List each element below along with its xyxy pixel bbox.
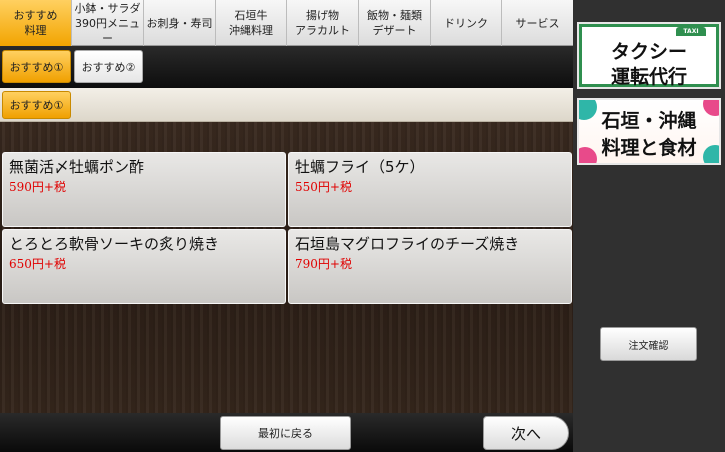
taxi-banner-line2: 運転代行 (610, 66, 687, 88)
tab-drinks[interactable]: ドリンク (431, 0, 502, 46)
okinawa-banner-line2: 料理と食材 (601, 137, 697, 159)
okinawa-banner-line1: 石垣・沖縄 (601, 110, 697, 132)
subtab-recommended-2[interactable]: おすすめ② (74, 50, 143, 83)
menu-item-price: 650円+税 (9, 257, 66, 271)
section-title: おすすめ① (2, 91, 71, 119)
menu-area: 無菌活〆牡蠣ポン酢 590円+税 牡蠣フライ（5ケ） 550円+税 とろとろ軟骨… (0, 122, 573, 413)
tab-service[interactable]: サービス (502, 0, 573, 46)
taxi-banner-line1: タクシー (610, 41, 687, 63)
okinawa-banner[interactable]: 石垣・沖縄 料理と食材 (577, 98, 721, 165)
right-panel: TAXI タクシー 運転代行 石垣・沖縄 料理と食材 注文確認 (573, 0, 725, 452)
taxi-banner[interactable]: TAXI タクシー 運転代行 (577, 22, 721, 89)
menu-item-name: 石垣島マグロフライのチーズ焼き (295, 235, 520, 253)
menu-item-name: とろとろ軟骨ソーキの炙り焼き (9, 235, 220, 253)
tab-fried-a-la-carte[interactable]: 揚げ物 アラカルト (287, 0, 359, 46)
taxi-sign-icon: TAXI (676, 27, 706, 36)
tab-small-dishes-salad[interactable]: 小鉢・サラダ 390円メニュー (72, 0, 144, 46)
menu-item-price: 790円+税 (295, 257, 352, 271)
menu-item-name: 牡蠣フライ（5ケ） (295, 158, 425, 176)
bottom-bar: 最初に戻る 次へ (0, 413, 573, 452)
menu-item[interactable]: 石垣島マグロフライのチーズ焼き 790円+税 (288, 229, 572, 304)
menu-item-price: 550円+税 (295, 180, 352, 194)
menu-item-name: 無菌活〆牡蠣ポン酢 (9, 158, 145, 176)
order-screen: おすすめ 料理 小鉢・サラダ 390円メニュー お刺身・寿司 石垣牛 沖縄料理 … (0, 0, 725, 452)
section-header: おすすめ① (0, 88, 573, 122)
menu-item[interactable]: 牡蠣フライ（5ケ） 550円+税 (288, 152, 572, 227)
next-page-button[interactable]: 次へ (483, 416, 569, 450)
menu-item-price: 590円+税 (9, 180, 66, 194)
tab-ishigaki-beef-okinawa[interactable]: 石垣牛 沖縄料理 (216, 0, 287, 46)
tab-sashimi-sushi[interactable]: お刺身・寿司 (144, 0, 216, 46)
tab-rice-noodles-dessert[interactable]: 飯物・麺類 デザート (359, 0, 431, 46)
menu-item[interactable]: 無菌活〆牡蠣ポン酢 590円+税 (2, 152, 286, 227)
subtab-recommended-1[interactable]: おすすめ① (2, 50, 71, 83)
taxi-banner-body: TAXI タクシー 運転代行 (582, 27, 716, 87)
back-to-first-button[interactable]: 最初に戻る (220, 416, 351, 450)
menu-grid: 無菌活〆牡蠣ポン酢 590円+税 牡蠣フライ（5ケ） 550円+税 とろとろ軟骨… (2, 152, 572, 304)
tab-recommended[interactable]: おすすめ 料理 (0, 0, 72, 46)
subcategory-bar: おすすめ① おすすめ② (0, 46, 573, 88)
category-nav: おすすめ 料理 小鉢・サラダ 390円メニュー お刺身・寿司 石垣牛 沖縄料理 … (0, 0, 573, 46)
order-confirm-button[interactable]: 注文確認 (600, 327, 697, 361)
menu-item[interactable]: とろとろ軟骨ソーキの炙り焼き 650円+税 (2, 229, 286, 304)
